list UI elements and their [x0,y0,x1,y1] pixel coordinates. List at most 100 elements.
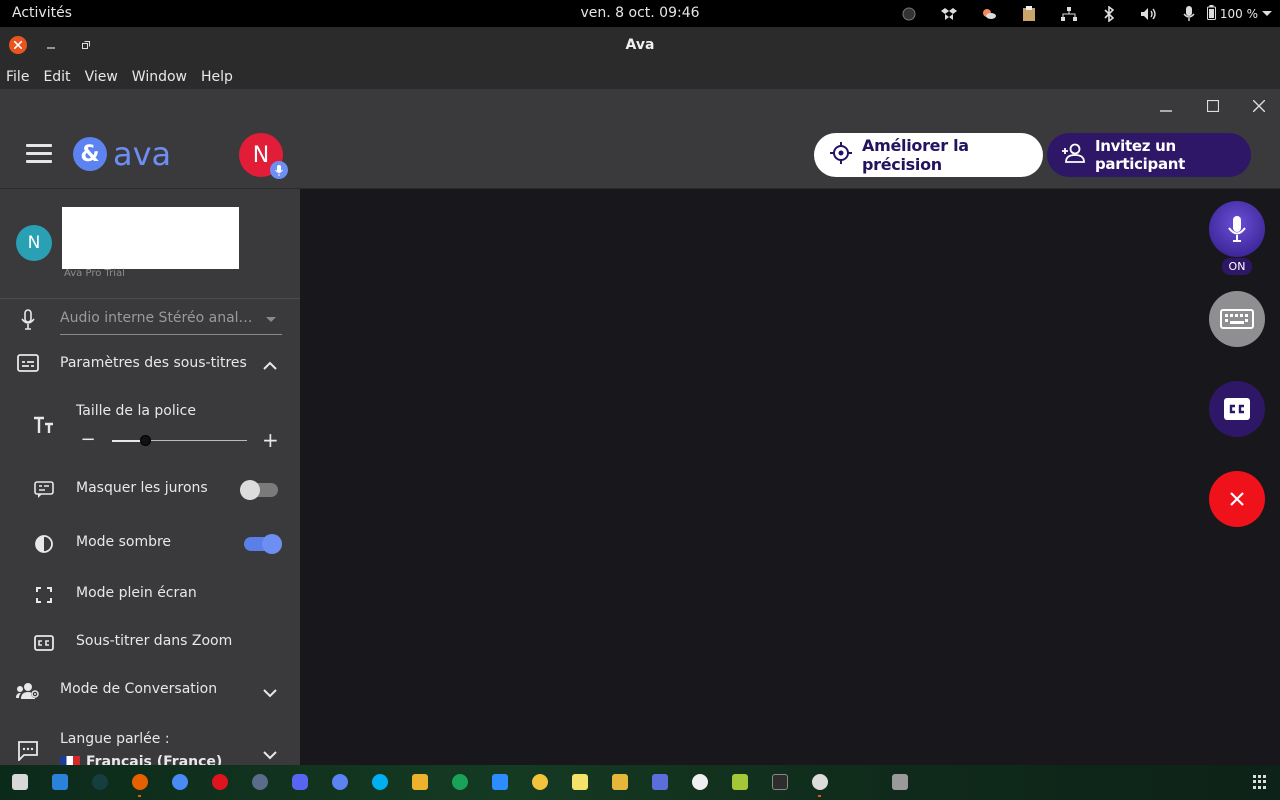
window-maximize-button[interactable] [77,36,95,54]
avatar-mic-badge-icon [270,161,288,179]
dropbox-icon[interactable] [939,5,959,23]
fullscreen-icon [32,583,56,607]
microphone-icon[interactable] [1179,5,1199,23]
add-user-icon [1061,143,1085,167]
settings-sidebar: N Ava Pro Trial Audio interne Stéréo ana… [0,189,300,765]
spoken-language-header[interactable]: Langue parlée : Français (France) [0,729,300,765]
files-icon[interactable] [12,774,28,790]
chevron-down-icon [263,745,279,761]
subtitles-icon [16,351,40,375]
window-minimize-button[interactable] [42,36,60,54]
text-size-icon [32,413,56,437]
clipboard-icon[interactable] [1019,5,1039,23]
menu-bar: File Edit View Window Help [0,64,1280,89]
conversation-mode-label: Mode de Conversation [60,681,218,697]
clock[interactable]: ven. 8 oct. 09:46 [580,5,699,21]
browser-icon[interactable] [252,774,268,790]
volume-icon[interactable] [1139,5,1159,23]
disk-icon[interactable] [892,774,908,790]
zoom-caption-row[interactable]: Sous-titrer dans Zoom [0,623,300,663]
end-session-button[interactable] [1209,471,1265,527]
zoom-icon[interactable] [492,774,508,790]
weather-icon[interactable] [979,5,999,23]
menu-view[interactable]: View [85,69,118,85]
app-minimize-button[interactable] [1157,97,1175,115]
microphone-icon [1228,216,1246,242]
menu-file[interactable]: File [6,69,29,85]
font-size-increase-button[interactable]: + [262,430,279,450]
invite-participant-label: Invitez un participant [1095,137,1186,173]
obs-icon[interactable] [812,774,828,790]
slack-icon[interactable] [412,774,428,790]
yakyak-icon[interactable] [452,774,468,790]
fullscreen-label: Mode plein écran [76,585,197,601]
menu-edit[interactable]: Edit [43,69,70,85]
minimize-icon [47,47,55,49]
app-close-button[interactable] [1250,97,1268,115]
font-size-slider-thumb[interactable] [139,435,151,446]
conversation-mode-header[interactable]: Mode de Conversation [0,671,300,711]
user-avatar[interactable]: N [16,225,52,261]
font-size-label: Taille de la police [76,403,196,419]
chevron-up-icon [263,356,279,372]
system-top-bar: Activités ven. 8 oct. 09:46 100 % [0,0,1280,27]
android-icon[interactable] [732,774,748,790]
france-flag-icon [60,756,80,765]
network-icon[interactable] [1059,5,1079,23]
divider [0,298,300,299]
skype-icon[interactable] [372,774,388,790]
archive-icon[interactable] [612,774,628,790]
restore-icon [82,41,90,49]
sun-icon[interactable] [532,774,548,790]
battery-percentage: 100 % [1219,7,1258,21]
discord-icon[interactable] [292,774,308,790]
app-grid-icon[interactable] [1253,775,1267,789]
chromium-icon[interactable] [172,774,188,790]
caption-settings-header[interactable]: Paramètres des sous-titres [0,344,300,384]
invite-participant-button[interactable]: Invitez un participant [1047,133,1251,177]
firefox-icon[interactable] [132,774,148,790]
app-maximize-button[interactable] [1204,97,1222,115]
maximize-icon [1207,100,1219,112]
dark-mode-toggle[interactable] [244,534,282,554]
emoji-icon[interactable] [692,774,708,790]
spoken-language-value: Français (France) [86,754,223,765]
close-icon [14,41,22,49]
window-close-button[interactable] [9,36,27,54]
dropdown-caret-icon [266,317,276,322]
hide-swears-toggle[interactable] [240,480,278,500]
microphone-toggle-button[interactable] [1209,201,1265,257]
audio-device-select[interactable]: Audio interne Stéréo analogique [60,307,282,335]
menu-window[interactable]: Window [132,69,187,85]
user-name-redacted [62,207,239,269]
terminal-icon[interactable] [772,774,788,790]
keyboard-button[interactable] [1209,291,1265,347]
ava-logo: & ava [73,137,171,171]
minimize-icon [1160,110,1172,112]
battery-icon [1206,5,1216,23]
mic-state-badge: ON [1222,258,1252,275]
screenshot-icon[interactable] [652,774,668,790]
improve-precision-button[interactable]: Améliorer la précision [814,133,1043,177]
logo-symbol: & [73,137,107,171]
menu-help[interactable]: Help [201,69,233,85]
font-size-decrease-button[interactable]: − [80,431,96,449]
closed-caption-button[interactable] [1209,381,1265,437]
close-icon [1253,100,1265,112]
fullscreen-row[interactable]: Mode plein écran [0,575,300,615]
ava-icon[interactable] [332,774,348,790]
activities-button[interactable]: Activités [12,5,72,21]
closed-caption-icon [1224,398,1250,420]
status-dot-icon[interactable] [899,5,919,23]
caption-settings-label: Paramètres des sous-titres [60,355,247,371]
gitkraken-icon[interactable] [92,774,108,790]
improve-precision-label: Améliorer la précision [862,136,969,174]
notes-icon[interactable] [572,774,588,790]
window-title: Ava [625,37,655,53]
group-icon [16,679,40,703]
bluetooth-icon[interactable] [1099,5,1119,23]
hamburger-menu-icon[interactable] [26,144,52,166]
opera-icon[interactable] [212,774,228,790]
vscode-icon[interactable] [52,774,68,790]
transcript-area[interactable] [300,189,1280,765]
